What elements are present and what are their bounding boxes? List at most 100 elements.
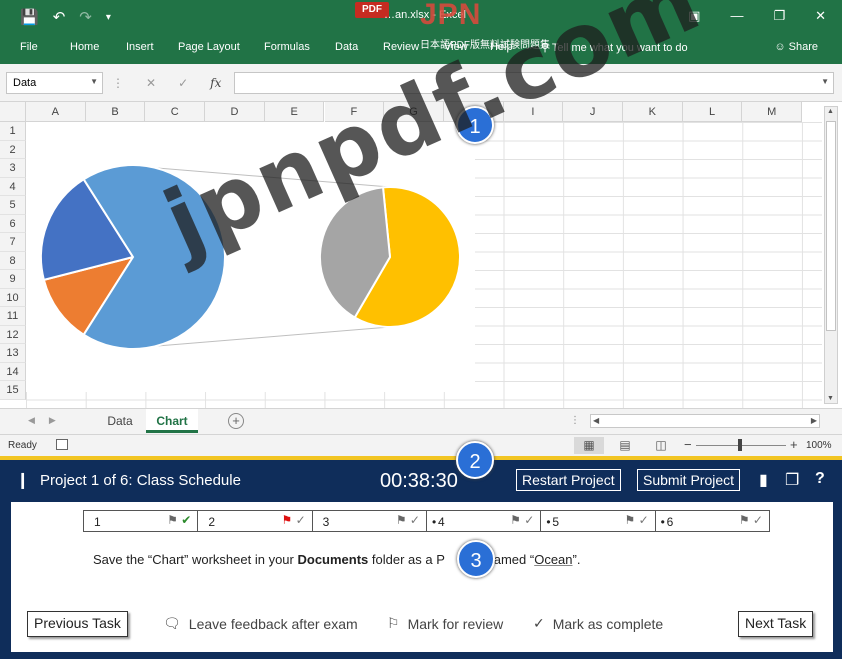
row-header[interactable]: 13 [0, 344, 26, 363]
column-header[interactable]: M [742, 102, 803, 122]
task-item[interactable]: • 4 ⚑ ✓ [427, 511, 542, 531]
instruction-filename[interactable]: Ocean [534, 552, 572, 567]
redo-icon[interactable]: ↷ [79, 8, 92, 26]
column-header[interactable]: E [264, 102, 325, 122]
row-header[interactable]: 4 [0, 177, 26, 196]
scroll-right-icon[interactable]: ▶ [811, 416, 817, 425]
cancel-icon[interactable]: ✕ [146, 76, 156, 90]
tab-file[interactable]: File [20, 41, 38, 53]
sheet-nav: ◀ ▶ [28, 415, 56, 426]
row-header[interactable]: 7 [0, 233, 26, 252]
mark-complete-link[interactable]: ✓ Mark as complete [533, 615, 663, 632]
pie-of-pie-chart[interactable] [26, 122, 475, 392]
scroll-down-icon[interactable]: ▼ [827, 395, 834, 402]
task-item[interactable]: 2 ⚑ ✓ [198, 511, 313, 531]
page-layout-view-icon[interactable]: ▤ [610, 437, 640, 454]
customize-qat-icon[interactable]: ▾ [106, 12, 111, 23]
column-header[interactable]: D [205, 102, 265, 122]
column-header[interactable]: L [682, 102, 743, 122]
tab-review[interactable]: Review [383, 41, 419, 53]
column-header[interactable]: G [384, 102, 444, 122]
row-header[interactable]: 8 [0, 251, 26, 270]
notes-icon[interactable]: ▮ [759, 470, 768, 490]
next-task-button[interactable]: Next Task [738, 611, 814, 637]
sheet-tab-chart[interactable]: Chart [146, 409, 198, 433]
add-sheet-icon[interactable]: + [228, 413, 244, 429]
expand-formula-icon[interactable]: ▼ [821, 77, 829, 86]
enter-icon[interactable]: ✓ [178, 76, 188, 90]
row-header[interactable]: 3 [0, 159, 26, 178]
row-header[interactable]: 6 [0, 214, 26, 233]
horizontal-scrollbar[interactable]: ◀ ▶ [590, 414, 820, 428]
scroll-left-icon[interactable]: ◀ [593, 416, 599, 425]
formula-bar: Data ▼ ⋮ ✕ ✓ fx ▼ [0, 64, 842, 102]
save-icon[interactable]: 💾 [20, 8, 39, 26]
worksheet-grid[interactable]: ABCDEFGHIJKLM 123456789101112131415 ▲ ▼ [0, 102, 842, 408]
prev-sheet-icon[interactable]: ◀ [28, 415, 35, 426]
task-item[interactable]: • 6 ⚑ ✓ [656, 511, 769, 531]
sheet-tab-bar: ◀ ▶ Data Chart + ⋮ ◀ ▶ [0, 408, 842, 434]
restart-project-button[interactable]: Restart Project [516, 469, 621, 491]
sheet-tab-data[interactable]: Data [96, 409, 144, 433]
maximize-icon[interactable]: ❐ [773, 8, 785, 24]
row-header[interactable]: 5 [0, 196, 26, 215]
help-icon[interactable]: ? [815, 470, 825, 488]
next-sheet-icon[interactable]: ▶ [49, 415, 56, 426]
tab-page-layout[interactable]: Page Layout [178, 41, 240, 53]
ribbon-display-icon[interactable]: ▣ [688, 8, 700, 24]
unvisited-bullet-icon: • [660, 515, 665, 529]
restore-panel-icon[interactable]: ❐ [785, 470, 799, 490]
minimize-icon[interactable]: — [730, 8, 743, 24]
name-box[interactable]: Data ▼ [6, 72, 103, 94]
task-item[interactable]: 1 ⚑ ✔ [84, 511, 199, 531]
row-header[interactable]: 2 [0, 140, 26, 159]
zoom-out-icon[interactable]: − [684, 437, 692, 452]
formula-input[interactable]: ▼ [234, 72, 834, 94]
select-all-corner[interactable] [0, 102, 26, 122]
task-item[interactable]: • 5 ⚑ ✓ [541, 511, 656, 531]
row-header[interactable]: 11 [0, 307, 26, 326]
vertical-scrollbar[interactable]: ▲ ▼ [824, 106, 838, 404]
mark-review-link[interactable]: ⚐ Mark for review [387, 615, 503, 632]
normal-view-icon[interactable]: ▦ [574, 437, 604, 454]
tab-formulas[interactable]: Formulas [264, 41, 310, 53]
column-header[interactable]: A [26, 102, 86, 122]
submit-project-button[interactable]: Submit Project [637, 469, 741, 491]
column-header[interactable]: C [145, 102, 206, 122]
row-header[interactable]: 12 [0, 325, 26, 344]
flag-icon: ⚑ [395, 513, 407, 527]
task-status-icons: ⚑ ✓ [282, 513, 306, 527]
task-item[interactable]: 3 ⚑ ✓ [312, 511, 427, 531]
row-header[interactable]: 10 [0, 288, 26, 307]
leave-feedback-link[interactable]: 🗨 Leave feedback after exam [163, 615, 358, 632]
vertical-scroll-thumb[interactable] [826, 121, 836, 331]
chevron-down-icon[interactable]: ▼ [90, 77, 98, 86]
column-header[interactable]: I [503, 102, 564, 122]
column-header[interactable]: K [623, 102, 683, 122]
callout-3: 3 [457, 540, 495, 578]
tab-home[interactable]: Home [70, 41, 99, 53]
zoom-in-icon[interactable]: + [790, 437, 798, 452]
scroll-split-icon[interactable]: ⋮ [570, 415, 580, 426]
row-header[interactable]: 15 [0, 381, 26, 400]
row-header[interactable]: 14 [0, 362, 26, 381]
macro-record-icon[interactable] [56, 439, 68, 450]
column-header[interactable]: F [324, 102, 385, 122]
scroll-up-icon[interactable]: ▲ [827, 108, 834, 115]
column-header[interactable]: J [563, 102, 623, 122]
pin-icon[interactable]: ❙ [16, 470, 29, 490]
undo-icon[interactable]: ↶ [53, 8, 66, 26]
column-header[interactable]: B [85, 102, 146, 122]
share-button[interactable]: ☺ Share [774, 41, 818, 53]
page-break-view-icon[interactable]: ◫ [646, 437, 676, 454]
zoom-slider-thumb[interactable] [738, 439, 742, 451]
tell-me-search[interactable]: ⚲ Tell me what you want to do [541, 41, 688, 54]
zoom-level[interactable]: 100% [806, 440, 832, 451]
row-header[interactable]: 1 [0, 122, 26, 141]
tab-insert[interactable]: Insert [126, 41, 154, 53]
insert-function-icon[interactable]: fx [210, 76, 221, 90]
close-icon[interactable]: ✕ [815, 8, 826, 24]
row-header[interactable]: 9 [0, 270, 26, 289]
previous-task-button[interactable]: Previous Task [27, 611, 128, 637]
tab-data[interactable]: Data [335, 41, 358, 53]
